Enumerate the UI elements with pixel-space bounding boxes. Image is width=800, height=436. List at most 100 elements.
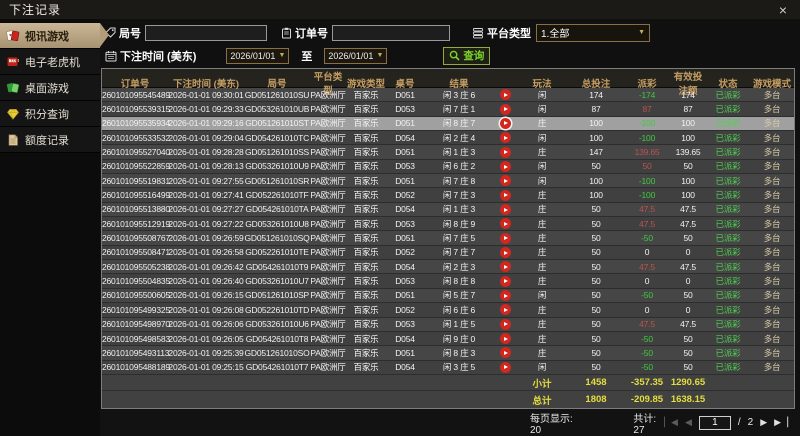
cell-game-type: 百家乐 xyxy=(346,333,386,345)
order-number-input[interactable] xyxy=(332,25,450,41)
cell-time: 2026-01-01 09:25:39 xyxy=(168,348,244,358)
cell-payout: 47.5 xyxy=(624,262,670,272)
replay-video-icon[interactable] xyxy=(500,247,511,258)
cell-round: GD052261010TE xyxy=(244,247,310,257)
cell-total-bet: 50 xyxy=(568,276,624,286)
sidebar-item-quota-records[interactable]: 额度记录 xyxy=(0,127,100,153)
replay-video-icon[interactable] xyxy=(500,347,511,358)
cell-valid-bet: 100 xyxy=(670,190,706,200)
pager-controls: ▏◀ ◀ / 2 ▶ ▶▕ xyxy=(664,416,788,430)
cell-table-no: D053 xyxy=(386,104,424,114)
table-row[interactable]: 260101095533532 2026-01-01 09:29:04 GD05… xyxy=(102,131,794,145)
next-page-icon[interactable]: ▶ xyxy=(760,417,767,428)
cell-time: 2026-01-01 09:28:28 xyxy=(168,147,244,157)
cell-bet-type: 庄 xyxy=(516,333,568,345)
replay-video-icon[interactable] xyxy=(500,147,511,158)
sidebar-item-video-games[interactable]: ♥ 视讯游戏 xyxy=(0,23,100,49)
table-row[interactable]: 260101095519831 2026-01-01 09:27:55 GD05… xyxy=(102,174,794,188)
replay-video-icon[interactable] xyxy=(500,175,511,186)
replay-video-icon[interactable] xyxy=(500,118,511,129)
cell-result: 闲 5 庄 7 xyxy=(424,289,494,301)
table-row[interactable]: 260101095493113 2026-01-01 09:25:39 GD05… xyxy=(102,346,794,360)
dialog-title: 下注记录 xyxy=(9,1,61,18)
replay-video-icon[interactable] xyxy=(500,333,511,344)
table-row[interactable]: 260101095522859 2026-01-01 09:28:13 GD05… xyxy=(102,160,794,174)
table-row[interactable]: 260101095508471 2026-01-01 09:26:58 GD05… xyxy=(102,246,794,260)
chevron-down-icon: ▼ xyxy=(638,29,645,36)
date-from-picker[interactable]: 2026/01/01 ▼ xyxy=(226,48,289,64)
table-row[interactable]: 260101095504835 2026-01-01 09:26:40 GD05… xyxy=(102,274,794,288)
platform-select[interactable]: 1.全部 ▼ xyxy=(536,24,650,42)
table-row[interactable]: 260101095527040 2026-01-01 09:28:28 GD05… xyxy=(102,145,794,159)
replay-video-icon[interactable] xyxy=(500,161,511,172)
cell-order: 260101095508471 xyxy=(102,247,168,257)
cell-valid-bet: 100 xyxy=(670,133,706,143)
cell-platform: PA欧洲厅 xyxy=(310,160,346,172)
cell-round: GD051261010ST xyxy=(244,118,310,128)
cell-platform: PA欧洲厅 xyxy=(310,189,346,201)
replay-video-icon[interactable] xyxy=(500,233,511,244)
cell-payout: 47.5 xyxy=(624,219,670,229)
round-number-label: 局号 xyxy=(119,25,141,41)
replay-video-icon[interactable] xyxy=(500,218,511,229)
replay-video-icon[interactable] xyxy=(500,204,511,215)
cell-platform: PA欧洲厅 xyxy=(310,275,346,287)
prev-page-icon[interactable]: ◀ xyxy=(685,417,692,428)
close-icon[interactable]: × xyxy=(775,3,791,17)
cell-status: 已派彩 xyxy=(706,160,750,172)
replay-video-icon[interactable] xyxy=(500,319,511,330)
table-row[interactable]: 260101095498583 2026-01-01 09:26:05 GD05… xyxy=(102,332,794,346)
cell-status: 已派彩 xyxy=(706,117,750,129)
subtotal-total-bet: 1458 xyxy=(568,377,624,388)
round-number-input[interactable] xyxy=(145,25,267,41)
replay-video-icon[interactable] xyxy=(500,261,511,272)
replay-video-icon[interactable] xyxy=(500,104,511,115)
table-row[interactable]: 260101095499325 2026-01-01 09:26:08 GD05… xyxy=(102,303,794,317)
table-row[interactable]: 260101095516499 2026-01-01 09:27:41 GD05… xyxy=(102,188,794,202)
table-row[interactable]: 260101095513880 2026-01-01 09:27:27 GD05… xyxy=(102,203,794,217)
table-row[interactable]: 260101095500605 2026-01-01 09:26:15 GD05… xyxy=(102,289,794,303)
sidebar-item-slots[interactable]: 777 电子老虎机 xyxy=(0,49,100,75)
table-row[interactable]: 260101095505238 2026-01-01 09:26:42 GD05… xyxy=(102,260,794,274)
cell-game-mode: 多台 xyxy=(750,189,794,201)
table-row[interactable]: 260101095498970 2026-01-01 09:26:06 GD05… xyxy=(102,318,794,332)
table-row[interactable]: 260101095508767 2026-01-01 09:26:59 GD05… xyxy=(102,231,794,245)
page-input[interactable] xyxy=(699,416,731,430)
cell-table-no: D054 xyxy=(386,133,424,143)
cell-status: 已派彩 xyxy=(706,218,750,230)
table-row[interactable]: 260101095512919 2026-01-01 09:27:22 GD05… xyxy=(102,217,794,231)
per-page-label: 每页显示: 20 xyxy=(530,410,577,436)
cell-game-type: 百家乐 xyxy=(346,246,386,258)
subtotal-payout: -357.35 xyxy=(624,377,670,388)
cell-order: 260101095508767 xyxy=(102,233,168,243)
first-page-icon[interactable]: ▏◀ xyxy=(664,417,678,428)
table-row[interactable]: 260101095545489 2026-01-01 09:30:01 GD05… xyxy=(102,88,794,102)
replay-video-icon[interactable] xyxy=(500,362,511,373)
cell-game-type: 百家乐 xyxy=(346,218,386,230)
cell-result: 闲 1 庄 5 xyxy=(424,318,494,330)
date-to-picker[interactable]: 2026/01/01 ▼ xyxy=(324,48,387,64)
table-header-row: 订单号 下注时间 (美东) 局号 平台类型 游戏类型 桌号 结果 玩法 总投注 … xyxy=(102,69,794,88)
cell-platform: PA欧洲厅 xyxy=(310,232,346,244)
cell-total-bet: 50 xyxy=(568,348,624,358)
sidebar-item-points-query[interactable]: 积分查询 xyxy=(0,101,100,127)
table-row[interactable]: 260101095539315 2026-01-01 09:29:33 GD05… xyxy=(102,102,794,116)
search-button[interactable]: 查询 xyxy=(443,47,490,65)
cell-status: 已派彩 xyxy=(706,146,750,158)
replay-video-icon[interactable] xyxy=(500,290,511,301)
cell-time: 2026-01-01 09:26:06 xyxy=(168,319,244,329)
replay-video-icon[interactable] xyxy=(500,190,511,201)
table-row[interactable]: 260101095488189 2026-01-01 09:25:15 GD05… xyxy=(102,361,794,375)
table-row[interactable]: 260101095535934 2026-01-01 09:29:16 GD05… xyxy=(102,117,794,131)
replay-video-icon[interactable] xyxy=(500,304,511,315)
cell-game-mode: 多台 xyxy=(750,361,794,373)
replay-video-icon[interactable] xyxy=(500,132,511,143)
cell-round: GD051261010SR xyxy=(244,176,310,186)
replay-video-icon[interactable] xyxy=(500,89,511,100)
replay-video-icon[interactable] xyxy=(500,276,511,287)
sidebar-item-table-games[interactable]: 桌面游戏 xyxy=(0,75,100,101)
cell-table-no: D051 xyxy=(386,233,424,243)
platform-selected-value: 1.全部 xyxy=(541,25,569,40)
cell-time: 2026-01-01 09:25:15 xyxy=(168,362,244,372)
last-page-icon[interactable]: ▶▕ xyxy=(774,417,788,428)
